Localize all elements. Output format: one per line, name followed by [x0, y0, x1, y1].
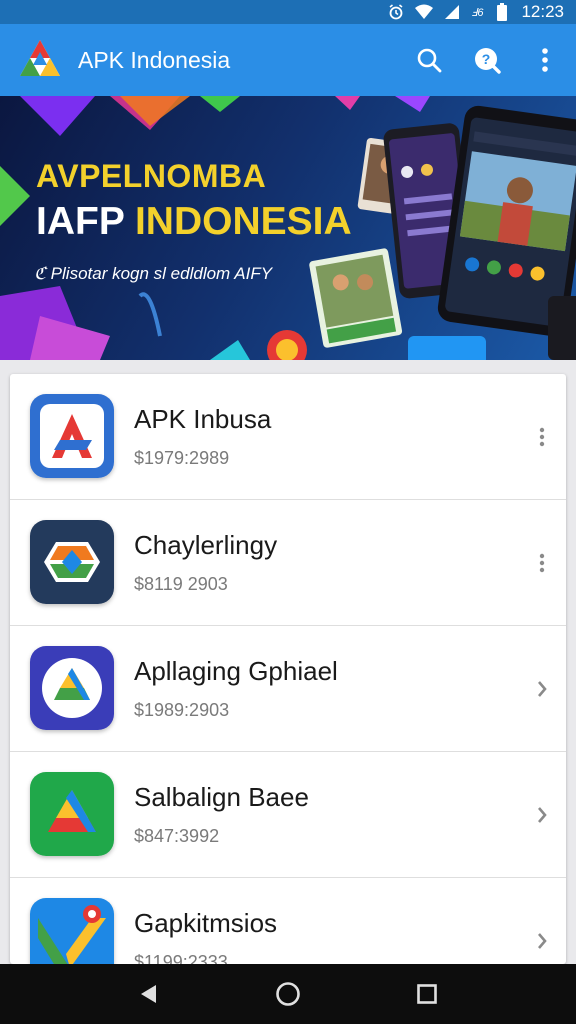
overflow-menu-button[interactable]: [528, 43, 562, 77]
apk-letters-icon: [30, 394, 114, 478]
list-item[interactable]: Salbalign Baee $847:3992: [10, 752, 566, 878]
chevron-right-icon: [538, 933, 547, 949]
app-price: $1989:2903: [134, 700, 230, 720]
app-title: APK Indonesia: [78, 46, 231, 73]
question-search-icon: ?: [475, 48, 501, 74]
item-chevron-button[interactable]: [532, 800, 552, 830]
search-icon: [417, 48, 442, 73]
app-price: $1199:2333: [134, 952, 228, 964]
system-nav-bar: [0, 964, 576, 1024]
drive-circle-icon: [30, 646, 114, 730]
drive-green-icon: [30, 772, 114, 856]
battery-icon: [493, 3, 511, 21]
signal-icon: [443, 3, 461, 21]
banner-title-line1: AVPELNOMBA: [36, 158, 267, 194]
status-time: 12:23: [521, 2, 564, 21]
more-vert-icon: [539, 553, 545, 573]
promo-banner[interactable]: AVPELNOMBA IAFP INDONESIA ℭ Plisotar kog…: [0, 96, 576, 360]
wifi-icon: [415, 3, 433, 21]
app-bar: APK Indonesia ?: [0, 24, 576, 96]
app-price: $847:3992: [134, 826, 220, 846]
network-type: Ⅎ6: [471, 6, 484, 19]
app-name: Salbalign Baee: [134, 782, 309, 812]
home-icon: [276, 982, 300, 1006]
item-more-button[interactable]: [532, 422, 552, 452]
search-button[interactable]: [412, 43, 446, 77]
status-bar: Ⅎ6 12:23: [0, 0, 576, 24]
app-price: $8119 2903: [134, 574, 228, 594]
app-name: Chaylerlingy: [134, 530, 278, 560]
app-price: $1979:2989: [134, 448, 230, 468]
list-item[interactable]: APK Inbusa $1979:2989: [10, 374, 566, 500]
list-item[interactable]: Apllaging Gphiael $1989:2903: [10, 626, 566, 752]
svg-text:?: ?: [482, 51, 491, 67]
item-chevron-button[interactable]: [532, 926, 552, 956]
maps-icon: [30, 898, 114, 964]
list-item[interactable]: Gapkitmsios $1199:2333: [10, 878, 566, 964]
app-name: Apllaging Gphiael: [134, 656, 338, 686]
app-name: Gapkitmsios: [134, 908, 278, 938]
app-list: APK Inbusa $1979:2989 Chaylerlingy $8119…: [10, 374, 566, 964]
recents-icon: [416, 984, 437, 1004]
banner-title-highlight: INDONESIA: [134, 200, 352, 243]
item-more-button[interactable]: [532, 548, 552, 578]
banner-title-prefix: IAFP: [36, 200, 135, 243]
drive-hexagon-icon: [30, 520, 114, 604]
back-button[interactable]: [127, 972, 171, 1016]
app-name: APK Inbusa: [134, 404, 272, 434]
alarm-icon: [387, 3, 405, 21]
item-chevron-button[interactable]: [532, 674, 552, 704]
more-vert-icon: [542, 48, 548, 72]
banner-title-line2: IAFP INDONESIA: [36, 200, 352, 244]
more-vert-icon: [539, 427, 545, 447]
app-logo-icon[interactable]: [16, 36, 64, 84]
app-bar-actions: ?: [412, 43, 562, 77]
recents-button[interactable]: [405, 972, 449, 1016]
chevron-right-icon: [538, 681, 547, 697]
home-button[interactable]: [266, 972, 310, 1016]
list-item[interactable]: Chaylerlingy $8119 2903: [10, 500, 566, 626]
banner-subtitle: ℭ Plisotar kogn sl edldlom AIFY: [34, 264, 273, 283]
chevron-right-icon: [538, 807, 547, 823]
back-icon: [141, 985, 157, 1003]
help-button[interactable]: ?: [470, 43, 504, 77]
